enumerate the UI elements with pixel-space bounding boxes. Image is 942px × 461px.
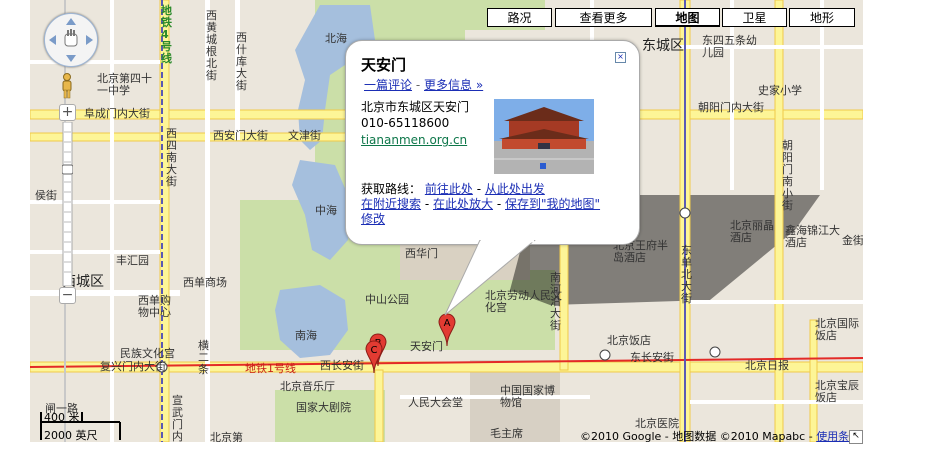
map-label-street: 东单北大街	[681, 244, 692, 305]
search-nearby-link[interactable]: 在附近搜索	[361, 197, 421, 211]
place-photo[interactable]	[494, 99, 594, 174]
street-view-pegman-icon[interactable]	[61, 73, 73, 99]
zoom-here-link[interactable]: 在此处放大	[433, 197, 493, 211]
map-marker-c[interactable]: C	[365, 340, 383, 374]
review-link[interactable]: 一篇评论	[364, 78, 412, 92]
map-type-map-button[interactable]: 地图	[655, 8, 720, 27]
separator: -	[496, 197, 505, 211]
info-address: 北京市东城区天安门	[361, 100, 470, 114]
map-label-district: 东城区	[642, 38, 684, 54]
info-window: 天安门 × 一篇评论 - 更多信息 » 北京市东城区天安门 010-651186…	[345, 40, 640, 245]
map-label-place: 侯街	[35, 189, 57, 202]
map-label-place: 毛主席	[490, 427, 523, 440]
map-type-traffic-button[interactable]: 路况	[487, 8, 552, 27]
zoom-in-button[interactable]: +	[59, 104, 76, 121]
map-label-metro: 地铁1号线	[245, 362, 296, 375]
corner-resize-icon[interactable]: ↖	[849, 430, 863, 444]
close-icon[interactable]: ×	[615, 52, 626, 63]
map-label-lake: 中海	[315, 204, 337, 217]
zoom-control: + −	[59, 104, 76, 304]
hand-icon	[64, 29, 78, 47]
scale-metric: 400 米	[44, 411, 80, 424]
zoom-track[interactable]	[62, 122, 73, 286]
map-label-street: 复兴门内大街	[100, 360, 166, 373]
save-to-my-maps-link[interactable]: 保存到"我的地图"	[505, 197, 600, 211]
map-label-street: 南河沿大街	[550, 271, 561, 332]
map-label-place: 西单购物中心	[138, 294, 171, 319]
map-label-place: 西华门	[405, 247, 438, 260]
pan-control[interactable]	[44, 13, 98, 67]
directions-block: 获取路线： 前往此处 - 从此处出发 在附近搜索 - 在此处放大 - 保存到"我…	[361, 182, 626, 227]
map-label-street: 西黄城根北街	[206, 9, 217, 82]
directions-to-here-link[interactable]: 前往此处	[425, 182, 473, 196]
info-address-block: 北京市东城区天安门 010-65118600	[361, 99, 469, 131]
scale-bar: 400 米 2000 英尺	[40, 402, 130, 442]
edit-link[interactable]: 修改	[361, 212, 385, 226]
info-window-tail	[444, 240, 536, 316]
directions-from-here-link[interactable]: 从此处出发	[485, 182, 545, 196]
info-phone: 010-65118600	[361, 116, 450, 130]
map-label-place: 北京音乐厅	[280, 380, 335, 393]
scale-imperial: 2000 英尺	[44, 429, 98, 442]
map-label-place: 北京第	[210, 431, 243, 443]
copyright: ©2010 Google - 地图数据 ©2010 Mapabc - 使用条款	[580, 428, 860, 444]
map-label-street: 西什库大街	[236, 31, 247, 92]
website-link[interactable]: tiananmen.org.cn	[361, 133, 467, 147]
map-label-place: 金街	[842, 234, 863, 247]
zoom-out-button[interactable]: −	[59, 287, 76, 304]
map-label-place: 北京日报	[745, 359, 789, 372]
marker-letter: C	[371, 345, 378, 356]
more-info-link[interactable]: 更多信息 »	[424, 78, 483, 92]
map-label-place: 丰汇园	[116, 254, 149, 267]
map-label-street: 横二条	[198, 339, 209, 376]
pan-left-arrow-icon[interactable]	[49, 35, 56, 45]
zoom-slider-handle[interactable]	[62, 164, 73, 175]
copyright-text: ©2010 Google - 地图数据 ©2010 Mapabc -	[580, 430, 817, 443]
map-label-street: 东长安街	[630, 351, 674, 364]
map-label-place: 北京饭店	[607, 334, 651, 347]
separator: -	[424, 197, 433, 211]
map-label-place: 民族文化宫	[120, 347, 175, 360]
map-label-metro: 地铁4号线	[161, 4, 172, 65]
pan-down-arrow-icon[interactable]	[66, 55, 76, 62]
separator: -	[476, 182, 485, 196]
map-label-park: 中山公园	[365, 293, 409, 306]
map-label-street: 朝阳门南小街	[782, 139, 793, 212]
directions-label: 获取路线：	[361, 182, 422, 196]
map-label-street: 西长安街	[320, 359, 364, 372]
map-label-place: 中国国家博物馆	[500, 384, 555, 409]
map-label-street: 西安门大街	[213, 129, 268, 142]
map-type-terrain-button[interactable]: 地形	[789, 8, 855, 27]
map-label-lake: 北海	[325, 32, 347, 45]
map-label-street: 文津街	[288, 129, 321, 142]
map-label-place: 北京国际饭店	[815, 317, 859, 342]
map-label-place: 人民大会堂	[408, 396, 463, 409]
map-label-place: 鑫海锦江大酒店	[785, 224, 840, 249]
pan-right-arrow-icon[interactable]	[86, 35, 93, 45]
map-label-lake: 南海	[295, 329, 317, 342]
map-label-street: 西四南大街	[166, 127, 177, 188]
map-label-street: 阜成门内大街	[84, 107, 150, 120]
map-label-place: 国家大剧院	[296, 401, 351, 414]
map-label-street: 朝阳门内大街	[698, 101, 764, 114]
map-label-place: 北京宝辰饭店	[815, 379, 859, 404]
map-type-more-button[interactable]: 查看更多	[555, 8, 652, 27]
map-label-place: 西单商场	[183, 276, 227, 289]
separator: -	[415, 78, 424, 92]
map-label-place: 史家小学	[758, 84, 802, 97]
map-label-place: 东四五条幼儿园	[702, 34, 757, 59]
map-type-satellite-button[interactable]: 卫星	[722, 8, 787, 27]
info-links: 一篇评论 - 更多信息 »	[364, 76, 483, 93]
map-label-place: 北京第四十一中学	[97, 72, 152, 97]
pan-up-arrow-icon[interactable]	[66, 18, 76, 25]
map-label-place: 北京丽晶酒店	[730, 219, 774, 244]
info-title: 天安门	[361, 56, 407, 74]
map-label-street: 宣武门内大街	[172, 394, 183, 443]
